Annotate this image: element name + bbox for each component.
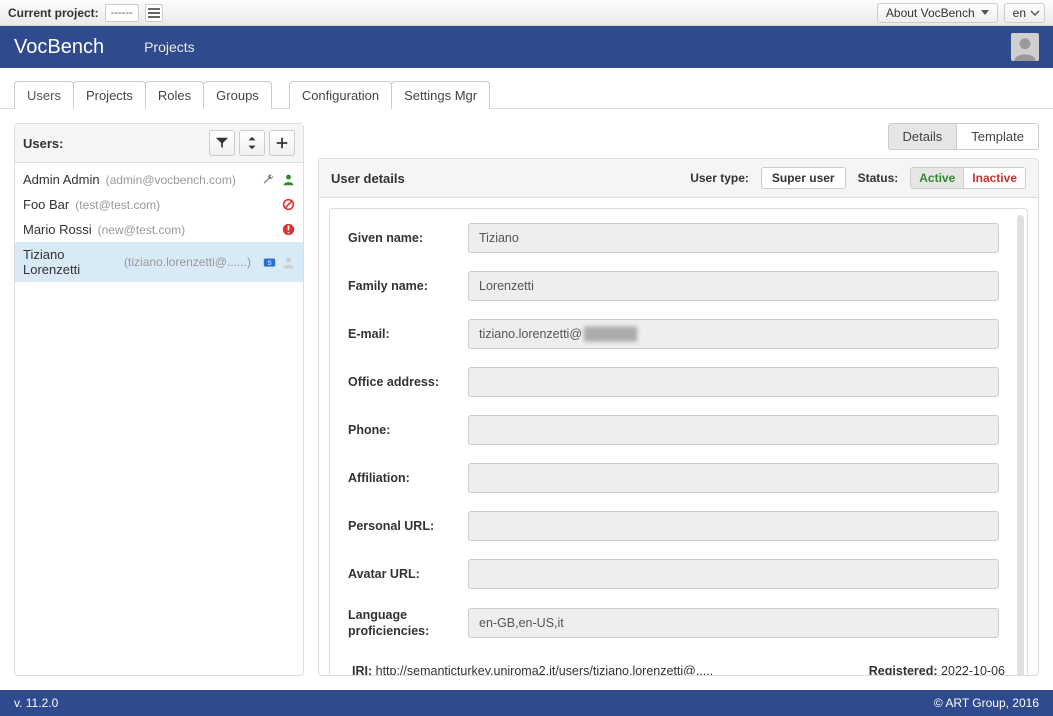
details-tab[interactable]: Details [888,123,958,150]
tab-users[interactable]: Users [14,81,74,109]
svg-text:S: S [267,259,272,266]
scrollbar[interactable] [1017,215,1024,675]
email-input[interactable]: tiziano.lorenzetti@██████ [468,319,999,349]
phone-input[interactable] [468,415,999,445]
tab-projects[interactable]: Projects [73,81,146,109]
user-details-header: User details User type: Super user Statu… [319,159,1038,198]
warning-icon [281,223,295,237]
given-name-label: Given name: [348,230,468,246]
user-type-button[interactable]: Super user [761,167,846,189]
language-value: en [1013,6,1026,20]
details-template-toggle: Details Template [318,123,1039,150]
status-active-button[interactable]: Active [910,167,964,189]
version-label: v. 11.2.0 [14,696,58,710]
person-active-icon [281,173,295,187]
status-toggle: Active Inactive [910,167,1026,189]
project-picker-button[interactable] [145,4,163,22]
tab-configuration[interactable]: Configuration [289,81,392,109]
redacted-text: ██████ [584,327,637,341]
plus-icon [275,136,289,150]
main-area: Users: Admin Admin (admin@vocbench.com) [0,109,1053,690]
users-panel-header: Users: [15,124,303,163]
user-email: (new@test.com) [98,223,186,237]
personal-url-input[interactable] [468,511,999,541]
tab-settings-mgr[interactable]: Settings Mgr [391,81,490,109]
user-name: Foo Bar [23,197,69,212]
language-select[interactable]: en [1004,3,1045,23]
navbar: VocBench Projects [0,26,1053,68]
user-name: Mario Rossi [23,222,92,237]
affiliation-input[interactable] [468,463,999,493]
user-form: Given name: Tiziano Family name: Lorenze… [329,208,1028,675]
wrench-icon [261,173,275,187]
iri-registered-row: IRI: http://semanticturkey.uniroma2.it/u… [348,658,1009,676]
funnel-icon [215,136,229,150]
registered-label: Registered: [869,664,938,676]
user-details-body: Given name: Tiziano Family name: Lorenze… [319,198,1038,675]
sort-button[interactable] [239,130,265,156]
iri-value: http://semanticturkey.uniroma2.it/users/… [376,664,714,676]
person-dim-icon [282,255,295,269]
list-icon [146,5,162,21]
details-panel: Details Template User details User type:… [318,123,1039,676]
filter-button[interactable] [209,130,235,156]
topbar: Current project: ------ About VocBench e… [0,0,1053,26]
users-panel: Users: Admin Admin (admin@vocbench.com) [14,123,304,676]
phone-label: Phone: [348,422,468,438]
family-name-input[interactable]: Lorenzetti [468,271,999,301]
iri-label: IRI: [352,664,372,676]
avatar-url-label: Avatar URL: [348,566,468,582]
nav-projects[interactable]: Projects [144,39,195,55]
given-name-input[interactable]: Tiziano [468,223,999,253]
chevron-down-icon [1030,8,1040,18]
user-name: Tiziano Lorenzetti [23,247,118,277]
about-dropdown[interactable]: About VocBench [877,3,998,23]
user-type-label: User type: [690,171,749,185]
about-label: About VocBench [886,6,975,20]
user-avatar[interactable] [1011,33,1039,61]
footer: v. 11.2.0 © ART Group, 2016 [0,690,1053,716]
current-project-value: ------ [105,4,139,22]
tab-groups[interactable]: Groups [203,81,272,109]
user-details-card: User details User type: Super user Statu… [318,158,1039,676]
affiliation-label: Affiliation: [348,470,468,486]
superuser-badge-icon: S [263,255,276,269]
user-email: (admin@vocbench.com) [106,173,236,187]
office-label: Office address: [348,374,468,390]
office-input[interactable] [468,367,999,397]
copyright-label: © ART Group, 2016 [934,696,1039,710]
status-label: Status: [858,171,899,185]
family-name-label: Family name: [348,278,468,294]
user-row[interactable]: Mario Rossi (new@test.com) [15,217,303,242]
language-proficiencies-label: Language proficiencies: [348,607,468,640]
blocked-icon [281,198,295,212]
users-panel-title: Users: [23,136,63,151]
user-name: Admin Admin [23,172,100,187]
user-email: (tiziano.lorenzetti@......) [124,255,251,269]
personal-url-label: Personal URL: [348,518,468,534]
user-row[interactable]: Tiziano Lorenzetti (tiziano.lorenzetti@.… [15,242,303,282]
template-tab[interactable]: Template [956,123,1039,150]
avatar-url-input[interactable] [468,559,999,589]
language-proficiencies-input[interactable]: en-GB,en-US,it [468,608,999,638]
person-icon [1012,35,1038,61]
status-inactive-button[interactable]: Inactive [963,167,1026,189]
add-user-button[interactable] [269,130,295,156]
admin-tabs: Users Projects Roles Groups Configuratio… [0,68,1053,109]
sort-icon [245,136,259,150]
current-project-label: Current project: [8,6,99,20]
user-details-title: User details [331,171,405,186]
user-list: Admin Admin (admin@vocbench.com) Foo Bar… [15,163,303,675]
user-email: (test@test.com) [75,198,160,212]
email-label: E-mail: [348,326,468,342]
tab-roles[interactable]: Roles [145,81,204,109]
brand: VocBench [14,36,104,59]
registered-value: 2022-10-06 [941,664,1005,676]
user-row[interactable]: Admin Admin (admin@vocbench.com) [15,167,303,192]
user-row[interactable]: Foo Bar (test@test.com) [15,192,303,217]
